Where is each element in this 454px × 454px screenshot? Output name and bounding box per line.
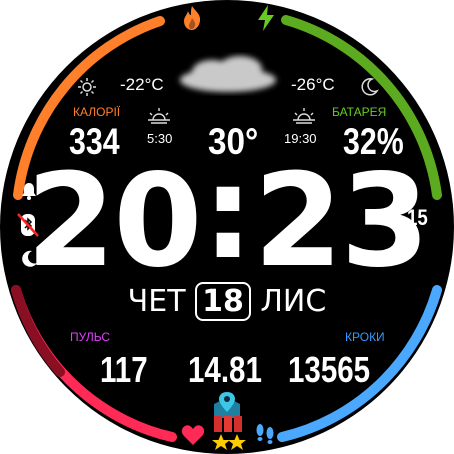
night-temperature: -26°C [291,75,335,94]
calories-label: КАЛОРІЇ [73,105,121,119]
lightning-icon [258,5,274,31]
sunset-icon [293,108,315,124]
seconds: 15 [407,205,428,230]
medal-stars-icon [212,416,246,450]
sunrise-time: 5:30 [147,131,173,146]
moon-icon [361,78,379,96]
distance-value: 14.81 [188,349,262,390]
date-row: ЧЕТ 18 ЛИС [0,282,454,322]
heart-icon [181,425,205,445]
weekday: ЧЕТ [127,284,186,319]
fire-icon [184,6,201,30]
minutes: 23 [253,147,430,296]
month: ЛИС [260,284,327,319]
cloud-icon [180,56,276,92]
hours: 20 [26,147,202,296]
day-of-month: 18 [195,282,251,321]
watch-face: -22°C -26°C КАЛОРІЇ БАТАРЕЯ 334 5:30 30°… [0,0,454,454]
pulse-value: 117 [100,349,148,390]
sunset-time: 19:30 [284,131,317,146]
sunrise-icon [148,108,170,124]
footprints-icon [256,424,274,444]
pulse-label: ПУЛЬС [70,330,111,344]
steps-label: КРОКИ [345,330,385,344]
day-temperature: -22°C [120,75,164,94]
time-separator: : [202,139,253,288]
time-display: 20:23 [0,150,454,286]
battery-label: БАТАРЕЯ [332,105,387,119]
sun-icon [78,78,96,96]
steps-value: 13565 [288,349,371,390]
